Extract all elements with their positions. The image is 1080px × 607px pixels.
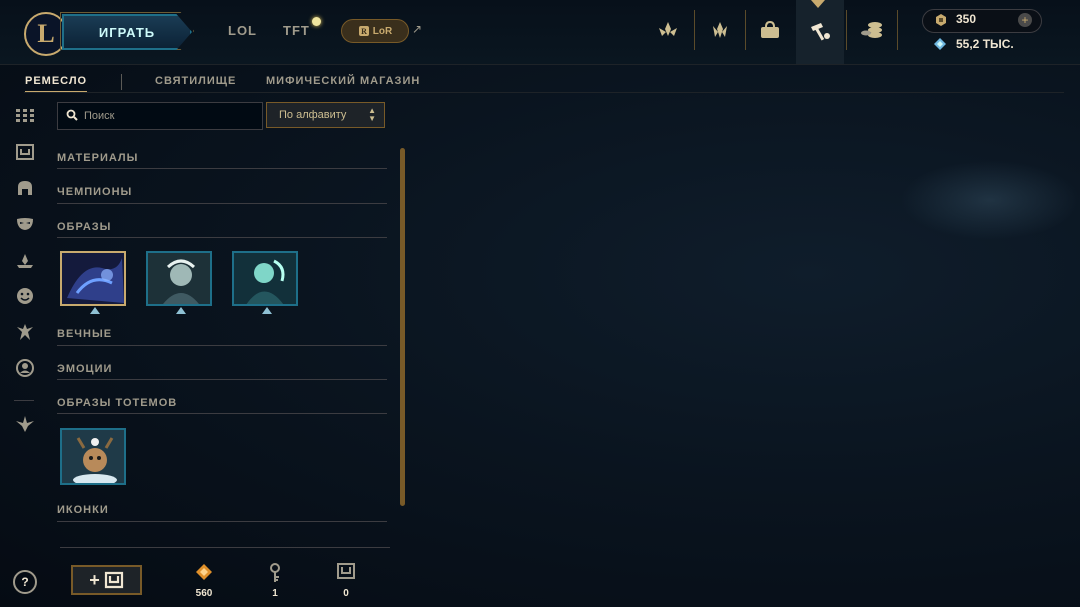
nav-separator: [897, 10, 898, 50]
shard-marker-icon: [262, 307, 272, 314]
help-button[interactable]: ?: [13, 570, 37, 594]
scrollbar[interactable]: [400, 148, 405, 506]
category-eternals[interactable]: ВЕЧНЫЕ: [57, 328, 112, 340]
nav-separator: [694, 10, 695, 50]
all-items-icon[interactable]: [14, 105, 36, 127]
category-ward-skins[interactable]: ОБРАЗЫ ТОТЕМОВ: [57, 397, 177, 409]
key-count: 1: [272, 588, 278, 599]
category-icons[interactable]: ИКОНКИ: [57, 504, 109, 516]
bottom-divider: [60, 547, 390, 548]
add-chest-button[interactable]: +: [71, 565, 142, 595]
crafting-icon[interactable]: [800, 12, 840, 52]
play-button[interactable]: ИГРАТЬ: [62, 14, 192, 50]
chevron-updown-icon: ▲ ▼: [368, 106, 376, 123]
ward-icon[interactable]: [14, 321, 36, 343]
nav-separator: [745, 10, 746, 50]
category-skins[interactable]: ОБРАЗЫ: [57, 221, 111, 233]
orange-essence-icon: [189, 563, 219, 583]
notification-dot: [312, 17, 321, 26]
key-icon: [260, 563, 290, 583]
category-divider: [57, 237, 387, 238]
category-materials[interactable]: МАТЕРИАЛЫ: [57, 152, 138, 164]
clash-icon[interactable]: [648, 10, 688, 50]
nav-tft[interactable]: TFT: [283, 23, 310, 38]
buy-rp-button[interactable]: +: [1018, 13, 1032, 27]
background-glow: [900, 160, 1080, 240]
orange-essence-count: 560: [195, 588, 213, 599]
plus-label: +: [89, 569, 100, 590]
search-input[interactable]: [84, 103, 254, 129]
shard-marker-icon: [90, 307, 100, 314]
tab-crafting[interactable]: РЕМЕСЛО: [25, 75, 88, 93]
skin-mask-icon[interactable]: [14, 213, 36, 235]
rp-icon: [936, 14, 946, 26]
search-box: [57, 102, 263, 130]
collection-icon[interactable]: [852, 10, 892, 50]
nav-lol[interactable]: LOL: [228, 23, 257, 38]
category-emotes[interactable]: ЭМОЦИИ: [57, 363, 112, 375]
category-champions[interactable]: ЧЕМПИОНЫ: [57, 186, 132, 198]
skin-shard-tile[interactable]: [60, 251, 126, 306]
champion-helmet-icon[interactable]: [14, 177, 36, 199]
external-link-icon: ↗: [412, 22, 423, 36]
category-divider: [57, 521, 387, 522]
chest-count-icon: [331, 563, 361, 583]
skin-shard-tile[interactable]: [232, 251, 298, 306]
category-divider: [57, 168, 387, 169]
category-divider: [57, 379, 387, 380]
category-divider: [57, 413, 387, 414]
chest-icon: [104, 571, 123, 589]
tab-sanctum[interactable]: СВЯТИЛИЩЕ: [155, 75, 236, 87]
blue-essence-icon: [934, 38, 946, 50]
sort-dropdown[interactable]: По алфавиту ▲ ▼: [266, 102, 385, 128]
tft-icon[interactable]: [14, 413, 36, 435]
tab-separator: [121, 74, 122, 90]
sort-label: По алфавиту: [279, 109, 347, 121]
chest-icon[interactable]: [14, 141, 36, 163]
ranked-icon[interactable]: [700, 10, 740, 50]
category-divider: [57, 203, 387, 204]
tab-mythic-shop[interactable]: МИФИЧЕСКИЙ МАГАЗИН: [266, 75, 420, 87]
profile-icon-icon[interactable]: [14, 357, 36, 379]
lor-icon: R: [358, 26, 369, 36]
sidebar-divider: [14, 400, 34, 401]
chest-count: 0: [343, 588, 349, 599]
blue-essence-amount: 55,2 ТЫС.: [956, 37, 1014, 51]
store-icon[interactable]: [750, 10, 790, 50]
nav-separator: [846, 10, 847, 50]
svg-text:R: R: [361, 27, 367, 36]
shard-marker-icon: [176, 307, 186, 314]
eternals-icon[interactable]: [14, 250, 36, 272]
lor-label: LoR: [372, 25, 393, 37]
search-icon: [66, 109, 78, 121]
lor-button[interactable]: R LoR: [341, 19, 409, 43]
rp-amount: 350: [956, 12, 977, 26]
divider: [24, 92, 1064, 93]
category-divider: [57, 345, 387, 346]
skin-shard-tile[interactable]: [146, 251, 212, 306]
ward-skin-tile[interactable]: [60, 428, 126, 485]
emote-icon[interactable]: [14, 285, 36, 307]
